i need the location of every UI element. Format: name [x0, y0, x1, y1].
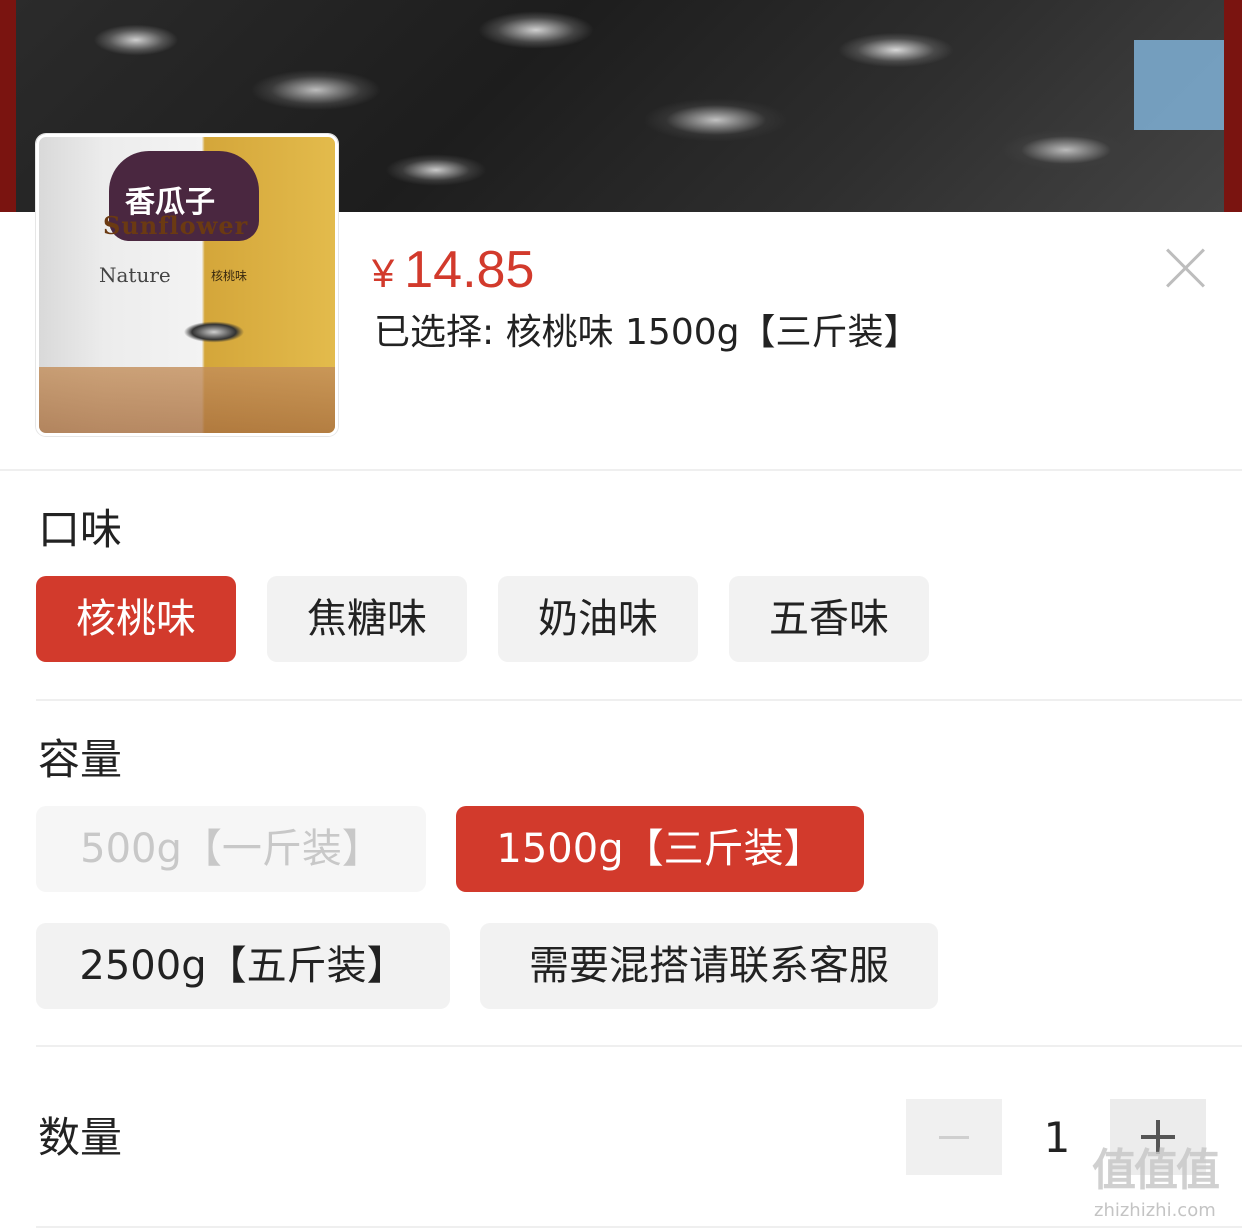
product-thumbnail: 香瓜子 Sunflower Nature 核桃味	[36, 134, 338, 436]
flavor-option-caramel[interactable]: 焦糖味	[267, 576, 467, 662]
package-english-name: Sunflower	[103, 211, 249, 240]
flavor-section-title: 口味	[38, 505, 123, 554]
watermark-url: zhizhizhi.com	[1094, 1200, 1216, 1221]
price-value: 14.85	[404, 241, 535, 299]
divider	[36, 699, 1242, 701]
selected-variant-text: 已选择: 核桃味 1500g【三斤装】	[374, 312, 920, 353]
package-label-fragment	[1134, 40, 1224, 130]
flavor-option-five-spice[interactable]: 五香味	[729, 576, 929, 662]
divider	[36, 1045, 1242, 1047]
currency-symbol: ¥	[372, 252, 395, 296]
capacity-option-1500g[interactable]: 1500g【三斤装】	[456, 806, 864, 892]
divider	[36, 1226, 1242, 1228]
flavor-option-walnut[interactable]: 核桃味	[36, 576, 236, 662]
close-icon[interactable]	[1164, 246, 1208, 290]
table-surface	[39, 367, 335, 433]
quantity-decrease-button[interactable]	[906, 1099, 1002, 1175]
price: ¥14.85	[372, 240, 534, 304]
divider	[0, 469, 1242, 471]
package-nature-text: Nature	[99, 263, 171, 287]
quantity-section-title: 数量	[38, 1113, 123, 1162]
package-flavor-text: 核桃味	[211, 269, 248, 283]
capacity-option-mix-contact-service[interactable]: 需要混搭请联系客服	[480, 923, 938, 1009]
capacity-section-title: 容量	[38, 735, 123, 784]
capacity-option-500g: 500g【一斤装】	[36, 806, 426, 892]
watermark-logo: 值值值	[1092, 1145, 1220, 1196]
flavor-option-cream[interactable]: 奶油味	[498, 576, 698, 662]
package-seeds-image	[169, 307, 259, 357]
capacity-option-2500g[interactable]: 2500g【五斤装】	[36, 923, 450, 1009]
quantity-value[interactable]: 1	[1022, 1112, 1092, 1164]
